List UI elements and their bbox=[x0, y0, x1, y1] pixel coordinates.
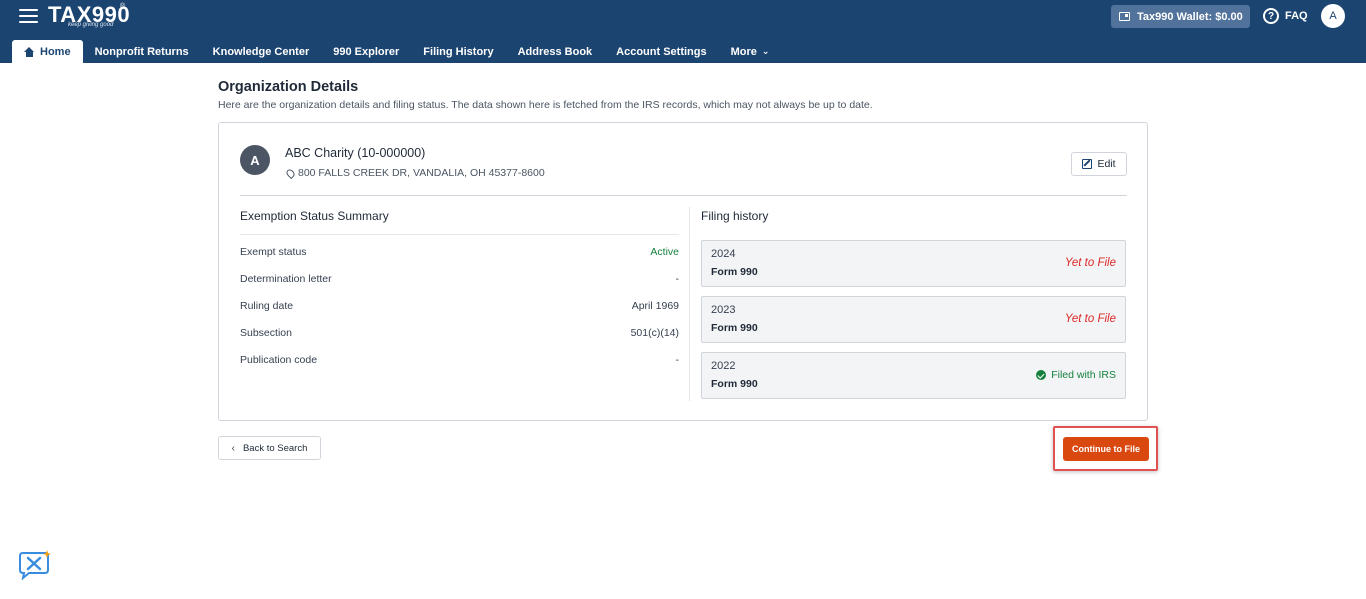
filing-form: Form 990 bbox=[711, 378, 758, 390]
filing-history-title: Filing history bbox=[701, 209, 769, 223]
wallet-label: Tax990 Wallet: $0.00 bbox=[1137, 10, 1243, 23]
faq-link[interactable]: ? FAQ bbox=[1263, 8, 1308, 24]
exemption-divider bbox=[240, 234, 679, 235]
filing-year: 2024 bbox=[711, 248, 736, 260]
nav-account-settings[interactable]: Account Settings bbox=[604, 40, 718, 63]
edit-label: Edit bbox=[1097, 158, 1116, 170]
exemption-value: - bbox=[675, 354, 680, 366]
home-icon bbox=[24, 46, 35, 57]
org-address-text: 800 FALLS CREEK DR, VANDALIA, OH 45377-8… bbox=[298, 167, 545, 179]
chevron-down-icon: ⌄ bbox=[761, 46, 770, 56]
filing-status: Filed with IRS bbox=[1036, 369, 1116, 381]
user-avatar[interactable]: A bbox=[1321, 4, 1345, 28]
logo[interactable]: TAX990 ® keep giving good bbox=[48, 2, 130, 28]
chevron-left-icon: ‹ bbox=[231, 442, 235, 454]
exemption-row-exempt-status: Exempt status Active bbox=[240, 244, 679, 260]
exemption-value: - bbox=[675, 273, 680, 285]
edit-button[interactable]: Edit bbox=[1071, 152, 1127, 176]
wallet-button[interactable]: Tax990 Wallet: $0.00 bbox=[1111, 5, 1250, 28]
exemption-value: Active bbox=[650, 246, 679, 258]
page-subtitle: Here are the organization details and fi… bbox=[218, 99, 873, 111]
org-address: 800 FALLS CREEK DR, VANDALIA, OH 45377-8… bbox=[284, 167, 545, 179]
exemption-label: Determination letter bbox=[240, 273, 332, 285]
chat-assistant-icon[interactable] bbox=[17, 550, 51, 581]
exemption-row-subsection: Subsection 501(c)(14) bbox=[240, 325, 679, 341]
card-divider bbox=[240, 195, 1127, 196]
exemption-title: Exemption Status Summary bbox=[240, 209, 389, 223]
exemption-label: Publication code bbox=[240, 354, 318, 366]
filing-status: Yet to File bbox=[1064, 257, 1116, 269]
back-to-search-label: Back to Search bbox=[242, 442, 308, 454]
exemption-value: April 1969 bbox=[631, 300, 679, 312]
top-header: TAX990 ® keep giving good Tax990 Wallet:… bbox=[0, 0, 1366, 63]
exemption-label: Exempt status bbox=[240, 246, 307, 258]
filing-history-item-2022[interactable]: 2022 Form 990 Filed with IRS bbox=[701, 352, 1126, 399]
filing-status-text: Filed with IRS bbox=[1051, 369, 1116, 381]
nav-home[interactable]: Home bbox=[12, 40, 83, 63]
nav-more[interactable]: More ⌄ bbox=[719, 40, 782, 63]
hamburger-menu-icon[interactable] bbox=[19, 9, 38, 23]
nav-address-book[interactable]: Address Book bbox=[506, 40, 605, 63]
faq-label: FAQ bbox=[1285, 10, 1308, 22]
filing-year: 2022 bbox=[711, 360, 736, 372]
logo-tagline: keep giving good bbox=[68, 22, 114, 28]
edit-icon bbox=[1082, 159, 1093, 169]
exemption-value: 501(c)(14) bbox=[630, 327, 679, 339]
wallet-icon bbox=[1119, 12, 1130, 21]
back-to-search-button[interactable]: ‹ Back to Search bbox=[218, 436, 321, 460]
page-title: Organization Details bbox=[218, 79, 359, 95]
nav-nonprofit-returns[interactable]: Nonprofit Returns bbox=[83, 40, 201, 63]
exemption-row-ruling-date: Ruling date April 1969 bbox=[240, 298, 679, 314]
check-circle-icon bbox=[1036, 370, 1047, 380]
organization-card: A ABC Charity (10-000000) 800 FALLS CREE… bbox=[218, 122, 1148, 421]
nav-knowledge-center[interactable]: Knowledge Center bbox=[201, 40, 322, 63]
org-avatar: A bbox=[240, 145, 270, 175]
exemption-label: Subsection bbox=[240, 327, 292, 339]
exemption-label: Ruling date bbox=[240, 300, 294, 312]
filing-form: Form 990 bbox=[711, 266, 758, 278]
exemption-row-determination-letter: Determination letter - bbox=[240, 271, 679, 287]
continue-to-file-button[interactable]: Continue to File bbox=[1063, 437, 1149, 461]
registered-mark: ® bbox=[120, 3, 126, 10]
column-divider bbox=[689, 207, 690, 401]
exemption-row-publication-code: Publication code - bbox=[240, 352, 679, 368]
filing-year: 2023 bbox=[711, 304, 736, 316]
continue-highlight: Continue to File bbox=[1053, 426, 1158, 471]
filing-form: Form 990 bbox=[711, 322, 758, 334]
org-name: ABC Charity (10-000000) bbox=[285, 146, 426, 160]
filing-history-item-2023[interactable]: 2023 Form 990 Yet to File bbox=[701, 296, 1126, 343]
nav-more-label: More bbox=[730, 45, 757, 58]
nav-home-label: Home bbox=[40, 45, 71, 58]
filing-history-item-2024[interactable]: 2024 Form 990 Yet to File bbox=[701, 240, 1126, 287]
nav-filing-history[interactable]: Filing History bbox=[411, 40, 505, 63]
help-circle-icon: ? bbox=[1263, 8, 1279, 24]
main-nav: Home Nonprofit Returns Knowledge Center … bbox=[12, 40, 781, 63]
location-pin-icon bbox=[284, 167, 297, 179]
nav-990-explorer[interactable]: 990 Explorer bbox=[321, 40, 411, 63]
filing-status: Yet to File bbox=[1064, 313, 1116, 325]
